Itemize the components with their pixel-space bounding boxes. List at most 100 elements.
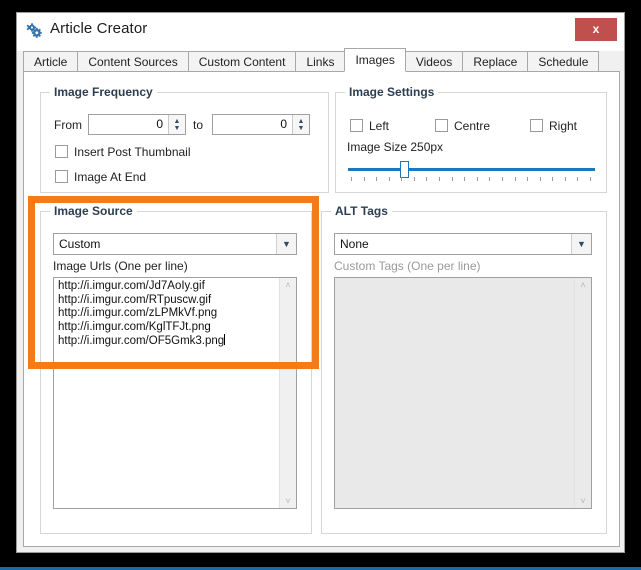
spinner-down-icon[interactable]: ▼ <box>174 125 181 132</box>
checkbox-label: Centre <box>454 118 491 133</box>
slider-ticks <box>348 177 595 182</box>
alt-tags-content: None ▼ Custom Tags (One per line) ˄ ˅ <box>321 211 607 534</box>
gears-icon <box>26 22 44 40</box>
slider-tick <box>414 177 415 181</box>
close-button[interactable]: x <box>575 18 617 41</box>
slider-thumb[interactable] <box>400 161 409 178</box>
frequency-from-spinner[interactable]: ▲ ▼ <box>168 115 185 134</box>
checkbox-align-centre[interactable]: Centre <box>435 117 490 134</box>
image-urls-scrollbar[interactable]: ˄ ˅ <box>279 278 296 508</box>
spinner-up-icon[interactable]: ▲ <box>174 118 181 125</box>
slider-tick <box>489 177 490 181</box>
image-source-select[interactable]: Custom ▼ <box>53 233 297 255</box>
slider-tick <box>502 177 503 181</box>
tab-custom-content[interactable]: Custom Content <box>187 51 297 72</box>
image-settings-title: Image Settings <box>345 85 439 99</box>
window-title: Article Creator <box>50 20 148 37</box>
image-settings-content: Left Centre Right Image Size 250px <box>335 92 607 193</box>
chevron-down-icon[interactable]: ▼ <box>276 234 296 254</box>
image-source-content: Custom ▼ Image Urls (One per line) http:… <box>40 211 312 534</box>
frequency-to-stepper[interactable]: 0 ▲ ▼ <box>212 114 310 135</box>
checkbox-align-right[interactable]: Right <box>530 117 577 134</box>
scroll-up-icon[interactable]: ˄ <box>285 278 290 292</box>
application-window: Article Creator x Article Content Source… <box>16 12 625 553</box>
tab-strip-filler <box>598 51 620 72</box>
chevron-down-icon[interactable]: ▼ <box>571 234 591 254</box>
custom-tags-label: Custom Tags (One per line) <box>334 259 481 273</box>
slider-tick <box>464 177 465 181</box>
spinner-up-icon[interactable]: ▲ <box>298 118 305 125</box>
image-urls-label: Image Urls (One per line) <box>53 259 188 273</box>
image-urls-text[interactable]: http://i.imgur.com/Jd7AoIy.gif http://i.… <box>54 278 279 508</box>
scroll-down-icon[interactable]: ˅ <box>285 494 290 508</box>
slider-tick <box>565 177 566 181</box>
images-tab-panel: Image Frequency From 0 ▲ ▼ to 0 ▲ ▼ Inse… <box>23 71 620 547</box>
image-source-title: Image Source <box>50 204 137 218</box>
slider-tick <box>389 177 390 181</box>
slider-tick <box>426 177 427 181</box>
title-bar: Article Creator x <box>17 13 624 51</box>
tab-schedule[interactable]: Schedule <box>527 51 600 72</box>
scroll-up-icon[interactable]: ˄ <box>580 278 585 292</box>
checkbox-align-left[interactable]: Left <box>350 117 389 134</box>
tab-replace[interactable]: Replace <box>462 51 529 72</box>
frequency-to-spinner[interactable]: ▲ ▼ <box>292 115 309 134</box>
checkbox-box-icon[interactable] <box>55 145 68 158</box>
slider-tick <box>376 177 377 181</box>
checkbox-label: Image At End <box>74 169 147 184</box>
frequency-to-value: 0 <box>280 117 287 131</box>
tab-links[interactable]: Links <box>295 51 346 72</box>
checkbox-box-icon[interactable] <box>55 170 68 183</box>
slider-tick <box>577 177 578 181</box>
image-size-label: Image Size 250px <box>347 140 444 154</box>
alt-tags-group: ALT Tags None ▼ Custom Tags (One per lin… <box>321 204 607 534</box>
scroll-down-icon[interactable]: ˅ <box>580 494 585 508</box>
custom-tags-text[interactable] <box>335 278 574 508</box>
alt-tags-title: ALT Tags <box>331 204 392 218</box>
slider-tick <box>477 177 478 181</box>
alt-tags-select-value: None <box>340 237 369 251</box>
checkbox-label: Insert Post Thumbnail <box>74 144 191 159</box>
image-urls-value: http://i.imgur.com/Jd7AoIy.gif http://i.… <box>58 280 225 347</box>
frequency-from-stepper[interactable]: 0 ▲ ▼ <box>88 114 186 135</box>
screenshot-root: Article Creator x Article Content Source… <box>0 0 641 570</box>
image-frequency-group: Image Frequency From 0 ▲ ▼ to 0 ▲ ▼ Inse… <box>40 85 329 193</box>
slider-tick <box>552 177 553 181</box>
from-label: From <box>54 118 82 132</box>
slider-tick <box>364 177 365 181</box>
custom-tags-textarea[interactable]: ˄ ˅ <box>334 277 592 509</box>
image-source-group: Image Source Custom ▼ Image Urls (One pe… <box>40 204 312 534</box>
tab-strip: Article Content Sources Custom Content L… <box>23 48 620 72</box>
slider-tick <box>590 177 591 181</box>
tab-videos[interactable]: Videos <box>404 51 464 72</box>
slider-tick <box>439 177 440 181</box>
tab-content-sources[interactable]: Content Sources <box>77 51 189 72</box>
slider-tick <box>540 177 541 181</box>
text-caret <box>224 334 226 345</box>
slider-tick <box>515 177 516 181</box>
checkbox-box-icon[interactable] <box>350 119 363 132</box>
tab-images[interactable]: Images <box>344 48 406 72</box>
slider-tick <box>401 177 402 181</box>
checkbox-label: Right <box>549 118 578 133</box>
image-frequency-title: Image Frequency <box>50 85 157 99</box>
image-settings-group: Image Settings Left Centre Right Image S… <box>335 85 607 193</box>
slider-tick <box>452 177 453 181</box>
slider-tick <box>527 177 528 181</box>
alt-tags-select[interactable]: None ▼ <box>334 233 592 255</box>
checkbox-image-at-end[interactable]: Image At End <box>55 168 146 185</box>
checkbox-insert-post-thumbnail[interactable]: Insert Post Thumbnail <box>55 143 191 160</box>
to-label: to <box>193 118 204 132</box>
slider-track[interactable] <box>348 168 595 171</box>
custom-tags-scrollbar[interactable]: ˄ ˅ <box>574 278 591 508</box>
spinner-down-icon[interactable]: ▼ <box>298 125 305 132</box>
tab-article[interactable]: Article <box>23 51 79 72</box>
slider-tick <box>351 177 352 181</box>
image-source-select-value: Custom <box>59 237 101 251</box>
image-size-slider[interactable] <box>348 160 595 186</box>
checkbox-box-icon[interactable] <box>435 119 448 132</box>
image-urls-textarea[interactable]: http://i.imgur.com/Jd7AoIy.gif http://i.… <box>53 277 297 509</box>
frequency-from-value: 0 <box>156 117 163 131</box>
checkbox-box-icon[interactable] <box>530 119 543 132</box>
checkbox-label: Left <box>369 118 390 133</box>
